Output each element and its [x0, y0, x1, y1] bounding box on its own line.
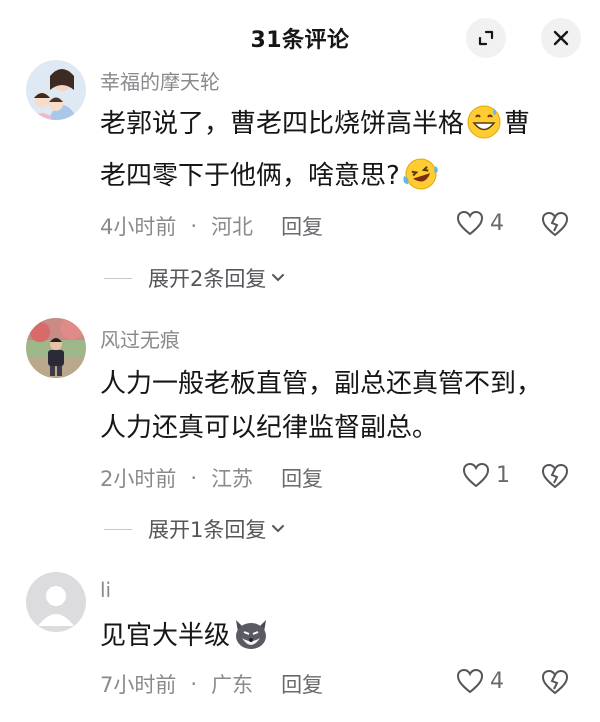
- heart-icon: [456, 210, 484, 236]
- divider-line: [104, 277, 132, 279]
- expand-button[interactable]: [466, 18, 506, 58]
- reply-button[interactable]: 回复: [281, 463, 323, 493]
- comment-username[interactable]: 幸福的摩天轮: [100, 66, 220, 95]
- meta-separator: ·: [190, 672, 198, 696]
- comment-text-segment: 见官大半级: [100, 621, 231, 651]
- like-button[interactable]: 4: [456, 210, 504, 236]
- comment-text: 见官大半级: [100, 614, 570, 666]
- expand-replies-button[interactable]: 展开1条回复: [104, 514, 286, 544]
- expand-replies-button[interactable]: 展开2条回复: [104, 263, 286, 293]
- like-count: 1: [496, 462, 510, 488]
- comment-item: 幸福的摩天轮 老郭说了，曹老四比烧饼高半格 曹 老四零下于他俩，啥意思? 4小时…: [0, 60, 600, 300]
- comment-text-line: 人力还真可以纪律监督副总。: [100, 413, 439, 443]
- reply-button[interactable]: 回复: [281, 669, 323, 699]
- dislike-button[interactable]: [541, 211, 569, 241]
- comment-text: 老郭说了，曹老四比烧饼高半格 曹 老四零下于他俩，啥意思?: [100, 102, 570, 206]
- comments-panel: 31条评论 幸福的摩天轮 老郭说了，曹老四比烧饼高半格 曹 老四零下于他俩，啥意…: [0, 0, 600, 722]
- comments-title: 31条评论: [250, 28, 350, 53]
- comment-text-line: 人力一般老板直管，副总还真管不到，: [100, 369, 543, 399]
- dog-face-emoji-icon: [232, 616, 270, 666]
- comment-item: 风过无痕 人力一般老板直管，副总还真管不到， 人力还真可以纪律监督副总。 2小时…: [0, 318, 600, 558]
- laughing-tears-emoji-icon: [402, 156, 440, 206]
- divider-line: [104, 528, 132, 530]
- broken-heart-icon: [541, 669, 569, 695]
- comment-location: 广东: [211, 673, 254, 697]
- expand-icon: [478, 30, 494, 46]
- close-button[interactable]: [541, 18, 581, 58]
- like-count: 4: [490, 668, 504, 694]
- comment-text: 人力一般老板直管，副总还真管不到， 人力还真可以纪律监督副总。: [100, 362, 570, 450]
- expand-replies-label: 展开1条回复: [148, 518, 267, 542]
- chevron-down-icon: [272, 274, 285, 282]
- comment-text-segment: 老郭说了，曹老四比烧饼高半格: [100, 109, 465, 139]
- like-button[interactable]: 4: [456, 668, 504, 694]
- comment-location: 河北: [211, 215, 254, 239]
- comment-meta: 2小时前 · 江苏 回复: [100, 463, 323, 493]
- comment-time: 2小时前: [100, 467, 177, 491]
- comment-location: 江苏: [211, 467, 254, 491]
- chevron-down-icon: [272, 525, 285, 533]
- comment-username[interactable]: 风过无痕: [100, 324, 180, 353]
- comment-text-segment: 曹: [504, 109, 531, 139]
- like-count: 4: [490, 210, 504, 236]
- comment-item: li 见官大半级 7小时前 · 广东 回复 4: [0, 572, 600, 722]
- avatar-image-icon: [26, 318, 86, 378]
- reply-button[interactable]: 回复: [281, 211, 323, 241]
- comment-username[interactable]: li: [100, 578, 111, 602]
- avatar-image-icon: [26, 60, 86, 120]
- heart-icon: [462, 462, 490, 488]
- comments-header: 31条评论: [0, 0, 600, 66]
- comment-text-segment: 老四零下于他俩，啥意思?: [100, 161, 400, 191]
- avatar[interactable]: [26, 318, 86, 378]
- dislike-button[interactable]: [541, 669, 569, 699]
- like-button[interactable]: 1: [462, 462, 510, 488]
- broken-heart-icon: [541, 463, 569, 489]
- comment-meta: 4小时前 · 河北 回复: [100, 211, 323, 241]
- expand-replies-label: 展开2条回复: [148, 267, 267, 291]
- comment-time: 4小时前: [100, 215, 177, 239]
- heart-icon: [456, 668, 484, 694]
- avatar[interactable]: [26, 60, 86, 120]
- default-avatar-icon: [26, 572, 86, 632]
- dislike-button[interactable]: [541, 463, 569, 493]
- broken-heart-icon: [541, 211, 569, 237]
- comment-time: 7小时前: [100, 673, 177, 697]
- avatar[interactable]: [26, 572, 86, 632]
- meta-separator: ·: [190, 466, 198, 490]
- comment-meta: 7小时前 · 广东 回复: [100, 669, 323, 699]
- meta-separator: ·: [190, 214, 198, 238]
- close-icon: [553, 30, 569, 46]
- grinning-sweat-emoji-icon: [466, 104, 502, 154]
